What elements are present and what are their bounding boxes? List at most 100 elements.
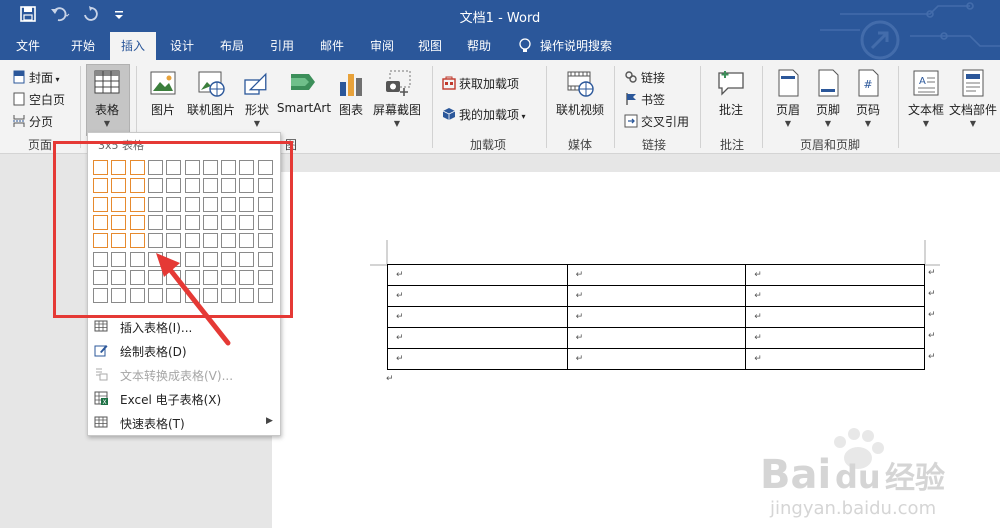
screenshot-button[interactable]: 屏幕截图 ▼ bbox=[370, 68, 424, 128]
table-cell[interactable]: ↵ bbox=[387, 285, 568, 307]
watermark-url: jingyan.baidu.com bbox=[769, 498, 936, 519]
table-cell[interactable]: ↵ bbox=[387, 327, 568, 349]
table-insert-icon bbox=[94, 320, 108, 332]
textbox-button[interactable]: A 文本框 ▼ bbox=[904, 68, 948, 128]
tab-review[interactable]: 审阅 bbox=[360, 32, 404, 60]
document-table[interactable]: ↵ ↵ ↵ ↵ ↵ ↵ ↵ ↵ ↵ ↵ ↵ ↵ ↵ ↵ ↵ bbox=[387, 264, 925, 370]
page-number-icon: # bbox=[858, 69, 879, 97]
link-button[interactable]: 链接 bbox=[624, 69, 665, 86]
table-row: ↵ ↵ ↵ bbox=[387, 285, 925, 307]
get-addins-button[interactable]: 获取加载项 bbox=[442, 75, 519, 92]
tab-mailings[interactable]: 邮件 bbox=[310, 32, 354, 60]
table-row: ↵ ↵ ↵ bbox=[387, 348, 925, 370]
table-cell[interactable]: ↵ bbox=[566, 285, 747, 307]
table-cell[interactable]: ↵ bbox=[566, 264, 747, 286]
table-cell[interactable]: ↵ bbox=[745, 348, 925, 370]
group-label-links: 链接 bbox=[641, 138, 666, 152]
table-cell[interactable]: ↵ bbox=[745, 306, 925, 328]
chevron-down-icon: ▼ bbox=[864, 119, 872, 128]
chevron-down-icon: ▼ bbox=[784, 119, 792, 128]
cover-page-icon bbox=[12, 70, 26, 84]
comment-icon bbox=[718, 71, 744, 96]
table-cell[interactable]: ↵ bbox=[566, 306, 747, 328]
addin-cube-icon bbox=[442, 107, 456, 121]
chevron-down-icon: ▼ bbox=[969, 119, 977, 128]
chart-button[interactable]: 图表 bbox=[336, 68, 366, 118]
table-cell[interactable]: ↵ bbox=[566, 327, 747, 349]
textbox-icon: A bbox=[913, 70, 939, 96]
row-end-mark: ↵ bbox=[928, 289, 936, 299]
smartart-button[interactable]: SmartArt bbox=[276, 68, 332, 115]
tab-file[interactable]: 文件 bbox=[8, 32, 48, 60]
convert-text-icon bbox=[96, 368, 108, 381]
blank-page-button[interactable]: 空白页 bbox=[12, 91, 65, 108]
chevron-down-icon: ▼ bbox=[393, 119, 401, 128]
excel-spreadsheet-menu-item[interactable]: X Excel 电子表格(X) bbox=[92, 387, 278, 409]
table-icon bbox=[94, 70, 120, 94]
footer-button[interactable]: 页脚 ▼ bbox=[810, 68, 846, 128]
tab-insert[interactable]: 插入 bbox=[110, 32, 156, 60]
cross-reference-button[interactable]: 交叉引用 bbox=[624, 113, 689, 130]
paragraph-mark: ↵ bbox=[386, 374, 394, 384]
table-cell[interactable]: ↵ bbox=[387, 348, 568, 370]
table-cell[interactable]: ↵ bbox=[387, 264, 568, 286]
group-label-addins: 加载项 bbox=[469, 138, 506, 152]
tab-help[interactable]: 帮助 bbox=[456, 32, 502, 60]
smartart-icon bbox=[291, 74, 315, 90]
row-end-mark: ↵ bbox=[928, 352, 936, 362]
table-row: ↵ ↵ ↵ bbox=[387, 327, 925, 349]
submenu-arrow-icon: ▶ bbox=[266, 416, 273, 426]
svg-text:#: # bbox=[863, 78, 872, 91]
page-break-icon bbox=[12, 114, 26, 128]
document-parts-button[interactable]: 文档部件 ▼ bbox=[948, 68, 998, 128]
page-number-button[interactable]: # 页码 ▼ bbox=[850, 68, 886, 128]
table-cell[interactable]: ↵ bbox=[745, 327, 925, 349]
comment-button[interactable]: 批注 bbox=[710, 68, 752, 118]
header-button[interactable]: 页眉 ▼ bbox=[770, 68, 806, 128]
shapes-icon bbox=[244, 72, 267, 95]
group-label-media: 媒体 bbox=[567, 138, 592, 152]
lightbulb-icon bbox=[518, 38, 532, 57]
shapes-button[interactable]: 形状 ▼ bbox=[240, 68, 274, 128]
pencil-icon bbox=[94, 345, 108, 357]
watermark-suffix: 经验 bbox=[885, 461, 945, 496]
online-video-button[interactable]: 联机视频 bbox=[552, 68, 608, 118]
quick-table-icon bbox=[94, 416, 108, 428]
screenshot-icon bbox=[386, 70, 411, 96]
page-break-button[interactable]: 分页 bbox=[12, 113, 53, 130]
cover-page-button[interactable]: 封面 ▾ bbox=[12, 69, 60, 86]
chevron-down-icon: ▼ bbox=[824, 119, 832, 128]
table-row: ↵ ↵ ↵ bbox=[387, 264, 925, 286]
tab-home[interactable]: 开始 bbox=[62, 32, 104, 60]
document-parts-icon bbox=[962, 69, 984, 97]
link-icon bbox=[624, 70, 638, 84]
group-label-comments: 批注 bbox=[719, 138, 744, 152]
picture-button[interactable]: 图片 bbox=[146, 68, 180, 118]
svg-text:A: A bbox=[919, 76, 926, 87]
table-cell[interactable]: ↵ bbox=[566, 348, 747, 370]
watermark-brand2: du bbox=[835, 458, 881, 496]
tab-references[interactable]: 引用 bbox=[260, 32, 304, 60]
chevron-down-icon: ▼ bbox=[922, 119, 930, 128]
table-cell[interactable]: ↵ bbox=[387, 306, 568, 328]
table-cell[interactable]: ↵ bbox=[745, 285, 925, 307]
quick-tables-menu-item[interactable]: 快速表格(T) ▶ bbox=[92, 411, 278, 433]
bookmark-button[interactable]: 书签 bbox=[624, 91, 665, 108]
my-addins-button[interactable]: 我的加载项 ▾ bbox=[442, 106, 526, 123]
watermark-brand: Bai bbox=[760, 452, 831, 498]
store-icon bbox=[442, 76, 456, 90]
excel-icon: X bbox=[94, 391, 108, 405]
online-picture-button[interactable]: 联机图片 bbox=[184, 68, 238, 118]
table-button[interactable]: 表格 ▼ bbox=[86, 68, 128, 128]
table-cell[interactable]: ↵ bbox=[745, 264, 925, 286]
blank-page-icon bbox=[12, 92, 26, 106]
tab-design[interactable]: 设计 bbox=[160, 32, 204, 60]
tell-me-search[interactable]: 操作说明搜索 bbox=[540, 32, 624, 60]
row-end-mark: ↵ bbox=[928, 310, 936, 320]
cross-reference-icon bbox=[624, 114, 638, 128]
tab-layout[interactable]: 布局 bbox=[210, 32, 254, 60]
group-label-header-footer: 页眉和页脚 bbox=[799, 138, 860, 152]
chevron-down-icon: ▼ bbox=[103, 119, 111, 128]
tab-view[interactable]: 视图 bbox=[408, 32, 452, 60]
online-picture-icon bbox=[198, 71, 225, 97]
